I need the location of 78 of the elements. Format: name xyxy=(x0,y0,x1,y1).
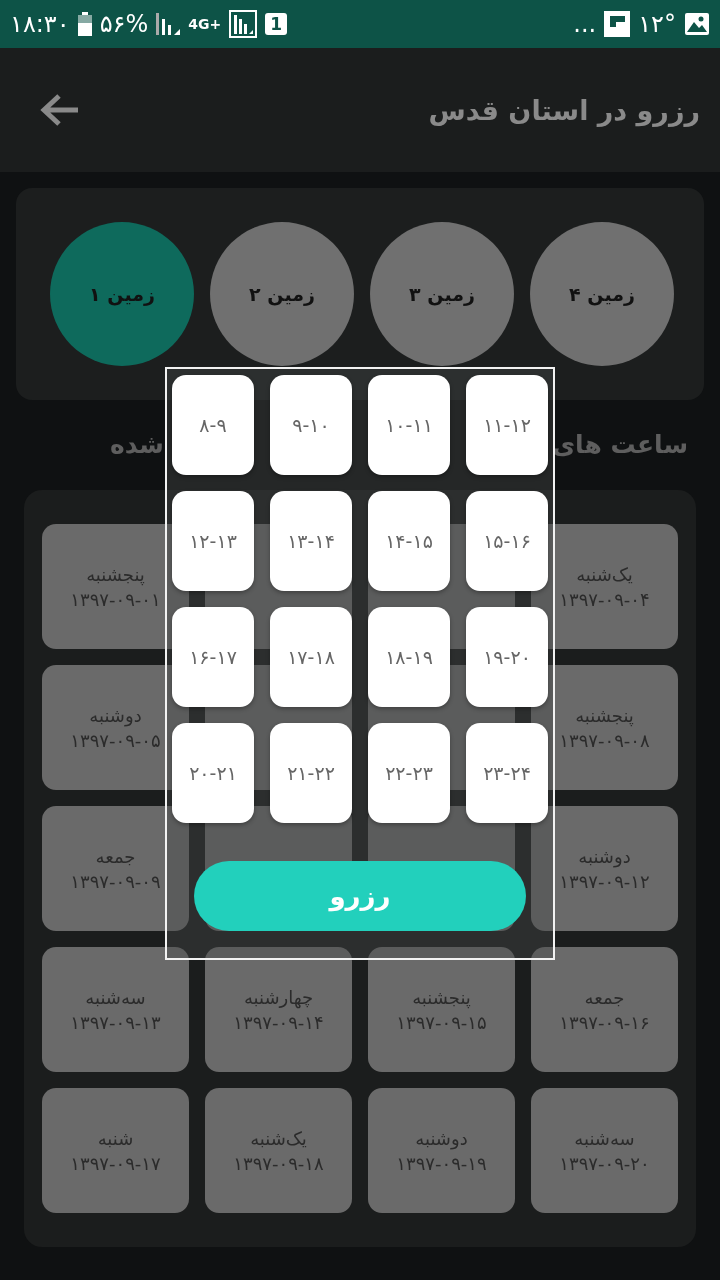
section-title: ساعت های xyxy=(552,429,688,459)
date-text: ۱۳۹۷-۰۹-۱۴ xyxy=(233,1011,324,1033)
date-text: ۱۳۹۷-۰۹-۱۷ xyxy=(70,1152,161,1174)
more-notifications: ... xyxy=(573,10,597,38)
time-slot[interactable]: ۱۰-۱۱ xyxy=(368,375,450,475)
date-card[interactable]: جمعه ۱۳۹۷-۰۹-۰۹ xyxy=(42,806,189,931)
field-tab[interactable]: زمین ۱ xyxy=(50,222,194,366)
day-name: یک‌شنبه xyxy=(250,1127,307,1149)
day-name: پنجشنبه xyxy=(575,704,634,726)
time-slot[interactable]: ۱۱-۱۲ xyxy=(466,375,548,475)
date-text: ۱۳۹۷-۰۹-۰۴ xyxy=(559,588,650,610)
day-name: دوشنبه xyxy=(89,704,142,726)
day-name: یک‌شنبه xyxy=(576,563,633,585)
date-text: ۱۳۹۷-۰۹-۰۵ xyxy=(70,729,161,751)
network-type: 4G+ xyxy=(188,16,222,32)
date-text: ۱۳۹۷-۰۹-۱۹ xyxy=(396,1152,487,1174)
time-slot[interactable]: ۲۱-۲۲ xyxy=(270,723,352,823)
time-slot[interactable]: ۱۹-۲۰ xyxy=(466,607,548,707)
date-card[interactable]: پنجشنبه ۱۳۹۷-۰۹-۰۸ xyxy=(531,665,678,790)
day-name: جمعه xyxy=(584,986,625,1008)
time-slot[interactable]: ۱۳-۱۴ xyxy=(270,491,352,591)
field-tab[interactable]: زمین ۴ xyxy=(530,222,674,366)
battery-icon xyxy=(77,12,92,36)
date-text: ۱۳۹۷-۰۹-۱۵ xyxy=(396,1011,487,1033)
reserve-button[interactable]: رزرو xyxy=(194,861,526,931)
date-card[interactable]: سه‌شنبه ۱۳۹۷-۰۹-۲۰ xyxy=(531,1088,678,1213)
date-card[interactable]: یک‌شنبه ۱۳۹۷-۰۹-۰۴ xyxy=(531,524,678,649)
sim-indicator: 1 xyxy=(265,13,288,35)
date-card[interactable]: شنبه ۱۳۹۷-۰۹-۱۷ xyxy=(42,1088,189,1213)
day-name: جمعه xyxy=(95,845,136,867)
day-name: دوشنبه xyxy=(415,1127,468,1149)
date-card[interactable]: دوشنبه ۱۳۹۷-۰۹-۱۲ xyxy=(531,806,678,931)
page-title: رزرو در استان قدس xyxy=(428,94,700,126)
time-slot[interactable]: ۲۳-۲۴ xyxy=(466,723,548,823)
temperature: ۱۲° xyxy=(638,10,676,38)
date-card[interactable]: چهارشنبه ۱۳۹۷-۰۹-۱۴ xyxy=(205,947,352,1072)
time-slot[interactable]: ۱۷-۱۸ xyxy=(270,607,352,707)
day-name: پنجشنبه xyxy=(412,986,471,1008)
day-name: چهارشنبه xyxy=(243,986,314,1008)
date-text: ۱۳۹۷-۰۹-۰۱ xyxy=(70,588,161,610)
signal-icon xyxy=(156,13,181,35)
time-slot[interactable]: ۱۲-۱۳ xyxy=(172,491,254,591)
date-card[interactable]: سه‌شنبه ۱۳۹۷-۰۹-۱۳ xyxy=(42,947,189,1072)
date-card[interactable]: پنجشنبه ۱۳۹۷-۰۹-۱۵ xyxy=(368,947,515,1072)
date-card[interactable]: دوشنبه ۱۳۹۷-۰۹-۱۹ xyxy=(368,1088,515,1213)
back-arrow-icon[interactable] xyxy=(40,93,80,127)
time-slot[interactable]: ۱۶-۱۷ xyxy=(172,607,254,707)
signal-icon xyxy=(229,10,258,38)
time-slot[interactable]: ۱۵-۱۶ xyxy=(466,491,548,591)
date-card[interactable]: دوشنبه ۱۳۹۷-۰۹-۰۵ xyxy=(42,665,189,790)
date-text: ۱۳۹۷-۰۹-۲۰ xyxy=(559,1152,650,1174)
day-name: شنبه xyxy=(97,1127,134,1149)
time-slot[interactable]: ۲۰-۲۱ xyxy=(172,723,254,823)
date-text: ۱۳۹۷-۰۹-۰۹ xyxy=(70,870,161,892)
date-text: ۱۳۹۷-۰۹-۱۸ xyxy=(233,1152,324,1174)
image-icon xyxy=(684,12,710,36)
date-text: ۱۳۹۷-۰۹-۱۶ xyxy=(559,1011,650,1033)
clock: ۱۸:۳۰ xyxy=(10,10,70,38)
date-card[interactable]: پنجشنبه ۱۳۹۷-۰۹-۰۱ xyxy=(42,524,189,649)
field-tab[interactable]: زمین ۲ xyxy=(210,222,354,366)
date-card[interactable]: جمعه ۱۳۹۷-۰۹-۱۶ xyxy=(531,947,678,1072)
date-text: ۱۳۹۷-۰۹-۱۳ xyxy=(70,1011,161,1033)
date-text: ۱۳۹۷-۰۹-۱۲ xyxy=(559,870,650,892)
app-icon xyxy=(604,11,631,37)
day-name: سه‌شنبه xyxy=(574,1127,635,1149)
day-name: پنجشنبه xyxy=(86,563,145,585)
day-name: دوشنبه xyxy=(578,845,631,867)
time-slot[interactable]: ۱۴-۱۵ xyxy=(368,491,450,591)
time-slot[interactable]: ۱۸-۱۹ xyxy=(368,607,450,707)
time-slot[interactable]: ۲۲-۲۳ xyxy=(368,723,450,823)
field-tab[interactable]: زمین ۳ xyxy=(370,222,514,366)
section-title: شده xyxy=(110,429,164,459)
time-slot[interactable]: ۹-۱۰ xyxy=(270,375,352,475)
time-slot[interactable]: ۸-۹ xyxy=(172,375,254,475)
date-text: ۱۳۹۷-۰۹-۰۸ xyxy=(559,729,650,751)
day-name: سه‌شنبه xyxy=(85,986,146,1008)
date-card[interactable]: یک‌شنبه ۱۳۹۷-۰۹-۱۸ xyxy=(205,1088,352,1213)
battery-percent: ۵۶% xyxy=(99,10,149,38)
